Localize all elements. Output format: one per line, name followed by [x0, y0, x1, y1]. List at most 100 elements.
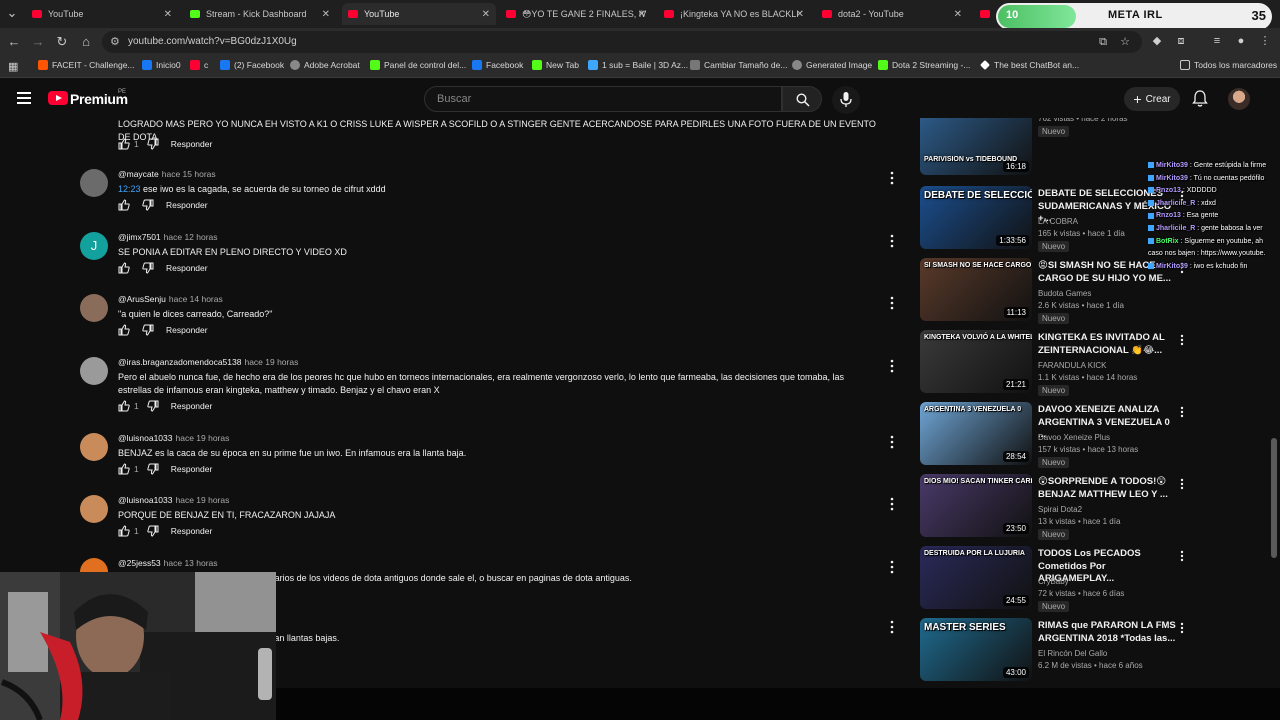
more-options-icon[interactable] — [890, 497, 894, 511]
close-icon[interactable]: ✕ — [482, 9, 490, 20]
tab-partial[interactable] — [974, 3, 996, 25]
install-app-icon[interactable]: ⧉ — [1096, 35, 1110, 49]
media-control-icon[interactable]: ≡ — [1210, 34, 1224, 48]
reply-button[interactable]: Responder — [166, 325, 208, 335]
bookmark-generated-image[interactable]: Generated Image — [792, 60, 872, 70]
comment-time[interactable]: hace 19 horas — [244, 357, 298, 367]
thumbs-up-icon[interactable] — [118, 199, 130, 211]
video-thumbnail[interactable]: DEBATE DE SELECCIÓN 1:33:56 — [920, 186, 1032, 249]
comment-time[interactable]: hace 13 horas — [164, 558, 218, 568]
thumbs-down-icon[interactable] — [142, 262, 154, 274]
reply-button[interactable]: Responder — [166, 200, 208, 210]
more-options-icon[interactable] — [890, 359, 894, 373]
video-thumbnail[interactable]: PARIVISION vs TIDEBOUND 16:18 — [920, 118, 1032, 175]
comment-author[interactable]: @25jess53 — [118, 558, 161, 568]
more-options-icon[interactable] — [1180, 334, 1184, 346]
video-thumbnail[interactable]: MASTER SERIES 43:00 — [920, 618, 1032, 681]
video-channel[interactable]: Spirai Dota2 — [1038, 505, 1082, 514]
apps-grid-icon[interactable]: ▦ — [8, 60, 18, 73]
tab-youtube-video-1[interactable]: 😳YO TE GANE 2 FINALES, IWO ✕ — [500, 3, 652, 25]
reply-button[interactable]: Responder — [171, 464, 213, 474]
related-video-item[interactable]: ARGENTINA 3 VENEZUELA 0 28:54 DAVOO XENEIZ… — [918, 402, 1268, 470]
video-thumbnail[interactable]: DESTRUIDA POR LA LUJURIA 24:55 — [920, 546, 1032, 609]
video-thumbnail[interactable]: KINGTEKA VOLVIÓ A LA WHITELIST 21:21 — [920, 330, 1032, 393]
bookmark-dota-streaming[interactable]: Dota 2 Streaming -... — [878, 60, 970, 70]
commenter-avatar[interactable]: J — [80, 232, 108, 260]
thumbs-down-icon[interactable] — [147, 400, 159, 412]
comment-author[interactable]: @luisnoa1033 — [118, 433, 172, 443]
comment-author[interactable]: @iras.braganzadomendoca5138 — [118, 357, 241, 367]
related-video-item[interactable]: MASTER SERIES 43:00 RIMAS que PARARON LA F… — [918, 618, 1268, 686]
bookmark-new-tab[interactable]: New Tab — [532, 60, 579, 70]
tab-youtube-video-2[interactable]: ¡Kingteka YA NO es BLACKLI ✕ — [658, 3, 810, 25]
bookmark-facebook[interactable]: Facebook — [472, 60, 523, 70]
comment-author[interactable]: @maycate — [118, 169, 159, 179]
video-thumbnail[interactable]: SI SMASH NO SE HACE CARGO 11:13 — [920, 258, 1032, 321]
tab-search-icon[interactable]: ⌄ — [4, 5, 20, 21]
comment-time[interactable]: hace 12 horas — [164, 232, 218, 242]
reply-button[interactable]: Responder — [171, 526, 213, 536]
more-options-icon[interactable] — [890, 234, 894, 248]
search-input[interactable]: Buscar — [424, 86, 782, 112]
video-channel[interactable]: CryBaby — [1038, 577, 1069, 586]
comment-author[interactable]: @ArusSenju — [118, 294, 166, 304]
comment-time[interactable]: hace 19 horas — [175, 495, 229, 505]
youtube-logo-icon[interactable] — [48, 91, 68, 105]
video-title[interactable]: 😲SORPRENDE A TODOS!😲 BENJAZ MATTHEW LEO … — [1038, 476, 1178, 501]
commenter-avatar[interactable] — [80, 357, 108, 385]
thumbs-up-icon[interactable] — [118, 262, 130, 274]
reply-button[interactable]: Responder — [171, 139, 213, 149]
video-channel[interactable]: Budota Games — [1038, 289, 1091, 298]
thumbs-down-icon[interactable] — [147, 463, 159, 475]
forward-icon[interactable]: → — [30, 34, 46, 50]
related-video-item[interactable]: DESTRUIDA POR LA LUJURIA 24:55 TODOS Los P… — [918, 546, 1268, 614]
close-icon[interactable]: ✕ — [638, 9, 646, 20]
thumbs-up-icon[interactable] — [118, 463, 130, 475]
bookmark-panel[interactable]: Panel de control del... — [370, 60, 466, 70]
voice-search-button[interactable] — [832, 86, 860, 114]
bookmark-chatbot[interactable]: The best ChatBot an... — [980, 60, 1079, 70]
comment-time[interactable]: hace 19 horas — [175, 433, 229, 443]
bookmark-inicio[interactable]: Inicio0 — [142, 60, 181, 70]
video-title[interactable]: RIMAS que PARARON LA FMS ARGENTINA 2018 … — [1038, 620, 1178, 645]
tab-kick-dashboard[interactable]: Stream - Kick Dashboard ✕ — [184, 3, 336, 25]
bookmark-facebook-2[interactable]: (2) Facebook — [220, 60, 284, 70]
back-icon[interactable]: ← — [6, 34, 22, 50]
video-title[interactable]: KINGTEKA ES INVITADO AL ZEINTERNACIONAL … — [1038, 332, 1178, 357]
video-channel[interactable]: El Rincón Del Gallo — [1038, 649, 1107, 658]
thumbs-down-icon[interactable] — [147, 138, 159, 150]
close-icon[interactable]: ✕ — [322, 9, 330, 20]
extension-icon[interactable]: ◆ — [1150, 34, 1164, 48]
close-icon[interactable]: ✕ — [164, 9, 172, 20]
commenter-avatar[interactable] — [80, 433, 108, 461]
thumbs-down-icon[interactable] — [147, 525, 159, 537]
browser-menu-icon[interactable]: ⋮ — [1258, 34, 1272, 48]
commenter-avatar[interactable] — [80, 294, 108, 322]
more-options-icon[interactable] — [1180, 550, 1184, 562]
comment-time[interactable]: hace 14 horas — [169, 294, 223, 304]
video-thumbnail[interactable]: DIOS MIO! SACAN TINKER CARRY! 23:50 — [920, 474, 1032, 537]
site-info-icon[interactable]: ⚙ — [110, 35, 120, 48]
bookmark-star-icon[interactable]: ☆ — [1118, 35, 1132, 49]
bookmark-adobe[interactable]: Adobe Acrobat — [290, 60, 360, 70]
reply-button[interactable]: Responder — [166, 263, 208, 273]
profile-icon[interactable]: ● — [1234, 34, 1248, 48]
thumbs-up-icon[interactable] — [118, 138, 130, 150]
comment-time[interactable]: hace 15 horas — [162, 169, 216, 179]
thumbs-up-icon[interactable] — [118, 400, 130, 412]
comment-author[interactable]: @jimx7501 — [118, 232, 161, 242]
reload-icon[interactable]: ↻ — [54, 34, 70, 50]
address-bar[interactable]: ⚙ youtube.com/watch?v=BG0dzJ1X0Ug ⧉ ☆ — [102, 31, 1142, 53]
related-video-item[interactable]: KINGTEKA VOLVIÓ A LA WHITELIST21:21KINGT… — [918, 330, 1268, 398]
more-options-icon[interactable] — [1180, 406, 1184, 418]
notifications-bell-icon[interactable] — [1192, 90, 1208, 108]
more-options-icon[interactable] — [890, 171, 894, 185]
tab-dota2-youtube[interactable]: dota2 - YouTube ✕ — [816, 3, 968, 25]
extensions-puzzle-icon[interactable]: ⧈ — [1174, 34, 1188, 48]
home-icon[interactable]: ⌂ — [78, 34, 94, 50]
more-options-icon[interactable] — [890, 435, 894, 449]
bookmark-faceit[interactable]: FACEIT - Challenge... — [38, 60, 135, 70]
thumbs-up-icon[interactable] — [118, 525, 130, 537]
commenter-avatar[interactable] — [80, 169, 108, 197]
more-options-icon[interactable] — [890, 560, 894, 574]
